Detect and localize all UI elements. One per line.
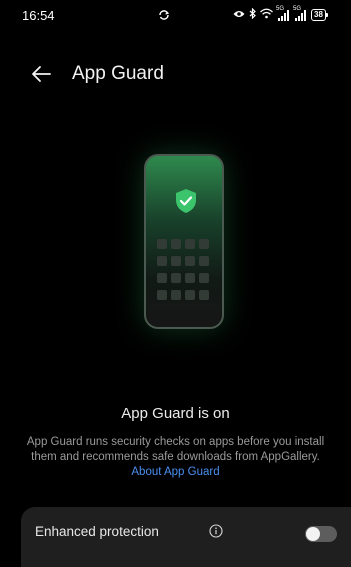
signal-label: 5G bbox=[293, 5, 302, 12]
battery-level: 38 bbox=[311, 9, 326, 21]
eye-icon bbox=[233, 6, 245, 24]
app-tile bbox=[157, 239, 167, 249]
signal-label: 5G bbox=[276, 5, 285, 12]
enhanced-protection-row[interactable]: Enhanced protection bbox=[21, 507, 351, 567]
app-header: App Guard bbox=[0, 56, 351, 92]
bluetooth-icon bbox=[249, 6, 256, 24]
app-tile bbox=[185, 256, 195, 266]
app-tile bbox=[185, 290, 195, 300]
description-text: App Guard runs security checks on apps b… bbox=[26, 436, 325, 463]
app-tile bbox=[171, 239, 181, 249]
shield-check-icon bbox=[174, 188, 198, 214]
app-tile bbox=[171, 256, 181, 266]
page-title: App Guard bbox=[72, 63, 164, 84]
enhanced-protection-label: Enhanced protection bbox=[35, 524, 159, 539]
status-heading: App Guard is on bbox=[121, 405, 230, 422]
app-tile bbox=[157, 273, 167, 283]
signal-icon: 5G bbox=[293, 6, 307, 21]
app-grid bbox=[157, 239, 209, 300]
app-tile bbox=[171, 273, 181, 283]
app-tile bbox=[157, 256, 167, 266]
about-app-guard-link[interactable]: About App Guard bbox=[131, 466, 219, 478]
app-tile bbox=[171, 290, 181, 300]
app-tile bbox=[157, 290, 167, 300]
battery-icon: 38 bbox=[311, 9, 328, 21]
app-tile bbox=[199, 273, 209, 283]
info-icon[interactable] bbox=[209, 524, 223, 538]
enhanced-protection-toggle[interactable] bbox=[305, 526, 337, 542]
app-tile bbox=[199, 239, 209, 249]
app-tile bbox=[199, 290, 209, 300]
description: App Guard runs security checks on apps b… bbox=[20, 435, 331, 480]
status-icons: 5G 5G 38 bbox=[233, 6, 328, 24]
back-arrow-icon[interactable] bbox=[30, 64, 52, 84]
wifi-icon bbox=[260, 6, 273, 24]
app-guard-illustration bbox=[120, 140, 232, 340]
sync-icon bbox=[158, 8, 170, 26]
status-bar: 16:54 5G 5G 38 bbox=[0, 0, 351, 30]
app-tile bbox=[185, 273, 195, 283]
app-tile bbox=[185, 239, 195, 249]
phone-illustration bbox=[144, 154, 224, 329]
toggle-knob bbox=[306, 527, 320, 541]
status-time: 16:54 bbox=[22, 8, 55, 23]
signal-icon: 5G bbox=[276, 6, 290, 21]
app-tile bbox=[199, 256, 209, 266]
